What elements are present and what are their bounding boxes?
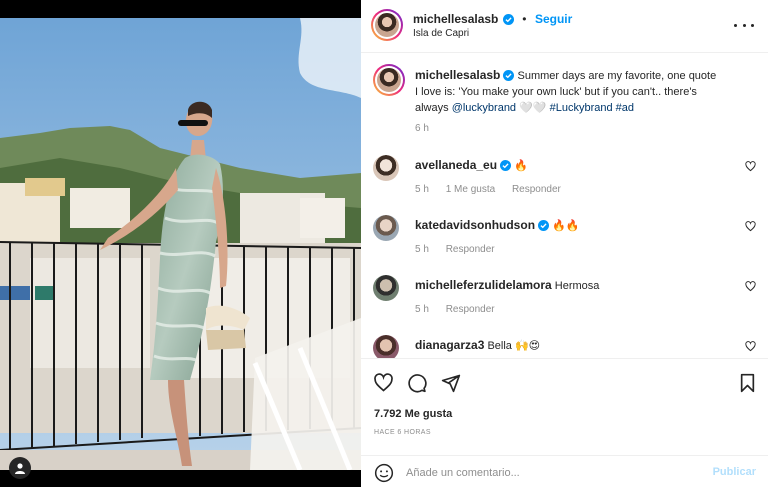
- publish-button[interactable]: Publicar: [713, 466, 756, 478]
- commenter-username[interactable]: michelleferzulidelamora: [415, 278, 552, 292]
- bookmark-icon[interactable]: [739, 373, 756, 393]
- verified-badge-icon: [500, 160, 512, 171]
- commenter-avatar[interactable]: [373, 215, 399, 241]
- caption-username[interactable]: michellesalasb: [415, 68, 500, 82]
- verified-badge-icon: [538, 220, 550, 231]
- comment-icon[interactable]: [407, 373, 427, 393]
- caption-time[interactable]: 6 h: [415, 123, 429, 134]
- commenter-username[interactable]: avellaneda_eu: [415, 158, 497, 172]
- heart-icon[interactable]: [373, 373, 394, 393]
- post-actions: 7.792 Me gusta HACE 6 HORAS Publicar: [361, 358, 768, 487]
- comment-time[interactable]: 5 h: [415, 244, 429, 255]
- comment-input[interactable]: [406, 463, 706, 483]
- comment-text: Hermosa: [554, 280, 600, 292]
- verified-badge-icon: [503, 70, 515, 81]
- comment-like-heart-icon[interactable]: [745, 161, 756, 172]
- user-icon: [15, 463, 25, 474]
- post-location[interactable]: Isla de Capri: [413, 28, 469, 39]
- comment-text: 🔥🔥: [552, 220, 580, 232]
- tagged-users-button[interactable]: [9, 457, 31, 479]
- send-icon[interactable]: [441, 373, 461, 393]
- comment-item: katedavidsonhudson 🔥🔥 5 h Responder: [373, 215, 758, 271]
- caption-mention[interactable]: @luckybrand: [452, 102, 516, 114]
- post-timestamp[interactable]: HACE 6 HORAS: [374, 429, 431, 436]
- post-photo[interactable]: [0, 18, 361, 470]
- caption-hashtag[interactable]: #ad: [616, 102, 634, 114]
- commenter-avatar[interactable]: [373, 335, 399, 358]
- post-sidebar: michellesalasb • Seguir Isla de Capri mi…: [361, 0, 768, 487]
- author-avatar[interactable]: [371, 9, 403, 41]
- verified-badge-icon: [502, 14, 514, 25]
- reply-button[interactable]: Responder: [446, 304, 495, 315]
- comment-text: 🔥: [514, 160, 528, 172]
- author-username[interactable]: michellesalasb: [413, 12, 498, 26]
- commenter-avatar[interactable]: [373, 155, 399, 181]
- caption-avatar[interactable]: [373, 64, 405, 96]
- comment-item: avellaneda_eu 🔥 5 h 1 Me gusta Responder: [373, 155, 758, 211]
- comment-item: dianagarza3 Bella 🙌😍: [373, 335, 758, 358]
- comment-text: Bella 🙌😍: [487, 340, 541, 352]
- comment-like-heart-icon[interactable]: [745, 341, 756, 352]
- comment-likes[interactable]: 1 Me gusta: [446, 184, 495, 195]
- commenter-avatar[interactable]: [373, 275, 399, 301]
- caption-emoji: 🤍🤍: [519, 102, 547, 114]
- reply-button[interactable]: Responder: [512, 184, 561, 195]
- comment-time[interactable]: 5 h: [415, 304, 429, 315]
- more-options-icon[interactable]: [734, 18, 754, 32]
- smiley-icon[interactable]: [374, 463, 394, 483]
- comment-like-heart-icon[interactable]: [745, 281, 756, 292]
- caption-text: michellesalasb Summer days are my favori…: [415, 67, 720, 116]
- comment-like-heart-icon[interactable]: [745, 221, 756, 232]
- likes-count[interactable]: 7.792 Me gusta: [374, 408, 452, 420]
- follow-button[interactable]: Seguir: [535, 12, 572, 26]
- reply-button[interactable]: Responder: [446, 244, 495, 255]
- commenter-username[interactable]: dianagarza3: [415, 338, 484, 352]
- comment-item: michelleferzulidelamora Hermosa 5 h Resp…: [373, 275, 758, 331]
- commenter-username[interactable]: katedavidsonhudson: [415, 218, 535, 232]
- comment-time[interactable]: 5 h: [415, 184, 429, 195]
- post-media-pane: [0, 0, 361, 487]
- post-header: michellesalasb • Seguir Isla de Capri: [361, 0, 768, 53]
- add-comment-bar: Publicar: [361, 455, 768, 487]
- caption-hashtag[interactable]: #Luckybrand: [550, 102, 613, 114]
- comments-list[interactable]: michellesalasb Summer days are my favori…: [361, 54, 768, 358]
